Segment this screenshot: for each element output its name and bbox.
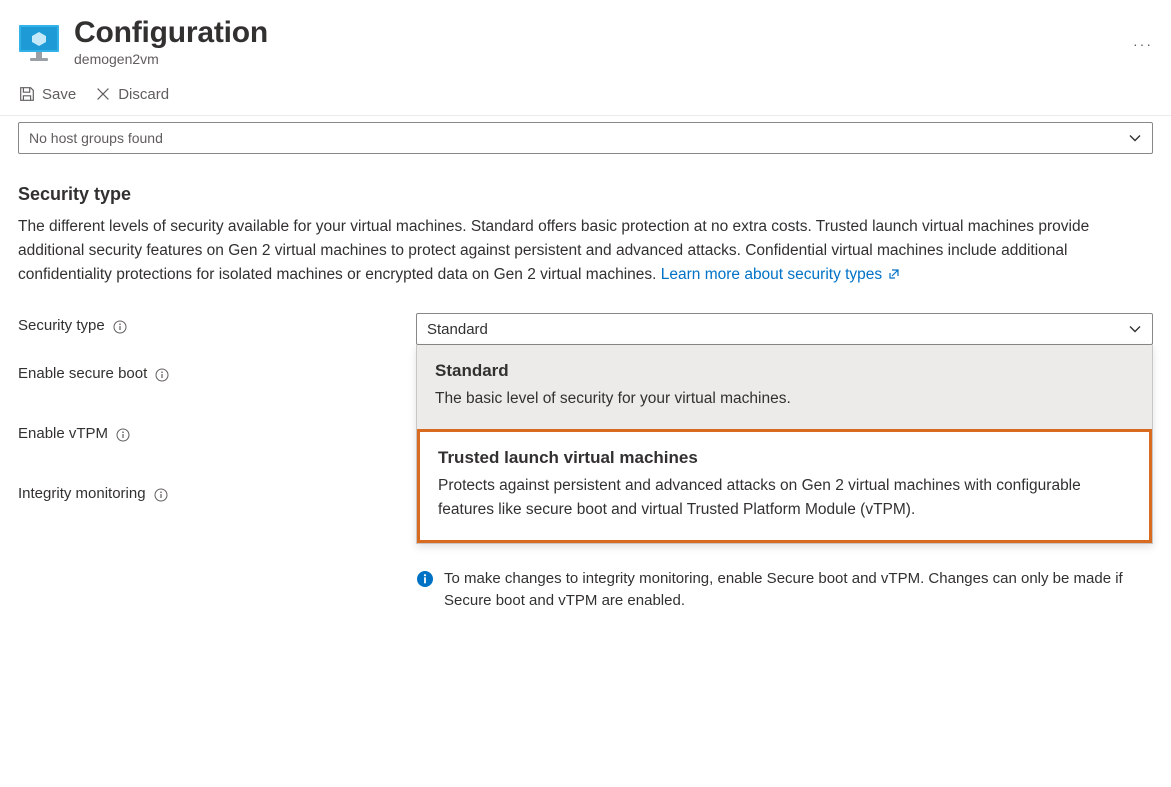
external-link-icon [888,268,900,280]
option-description: The basic level of security for your vir… [435,387,1134,411]
discard-label: Discard [118,86,169,103]
page-title: Configuration [74,16,1117,49]
save-icon [18,85,36,103]
security-type-option-trusted-launch[interactable]: Trusted launch virtual machines Protects… [417,429,1152,543]
host-group-value: No host groups found [29,130,163,146]
info-icon [416,570,434,588]
integrity-monitoring-info: To make changes to integrity monitoring,… [416,544,1153,612]
info-message-text: To make changes to integrity monitoring,… [444,568,1153,612]
option-title: Standard [435,361,1134,381]
security-type-dropdown[interactable]: Standard [416,313,1153,345]
chevron-down-icon [1128,131,1142,145]
chevron-down-icon [1128,322,1142,336]
info-icon[interactable] [116,428,130,442]
info-icon[interactable] [155,368,169,382]
security-type-option-standard[interactable]: Standard The basic level of security for… [417,345,1152,429]
enable-vtpm-label: Enable vTPM [18,425,108,442]
save-button[interactable]: Save [18,85,76,103]
close-icon [94,85,112,103]
security-type-dropdown-panel: Standard The basic level of security for… [416,345,1153,544]
security-type-description: The different levels of security availab… [18,215,1112,287]
learn-more-link[interactable]: Learn more about security types [661,266,901,283]
page-subtitle: demogen2vm [74,51,1117,67]
save-label: Save [42,86,76,103]
option-description: Protects against persistent and advanced… [438,474,1131,522]
enable-secure-boot-label: Enable secure boot [18,365,147,382]
option-title: Trusted launch virtual machines [438,448,1131,468]
security-type-heading: Security type [18,184,1112,205]
discard-button[interactable]: Discard [94,85,169,103]
info-icon[interactable] [113,320,127,334]
host-group-dropdown[interactable]: No host groups found [18,122,1153,154]
vm-icon [18,22,60,64]
more-actions-button[interactable]: ··· [1133,36,1153,52]
info-icon[interactable] [154,488,168,502]
security-type-label: Security type [18,317,105,334]
security-type-value: Standard [427,321,488,338]
integrity-monitoring-label: Integrity monitoring [18,485,146,502]
